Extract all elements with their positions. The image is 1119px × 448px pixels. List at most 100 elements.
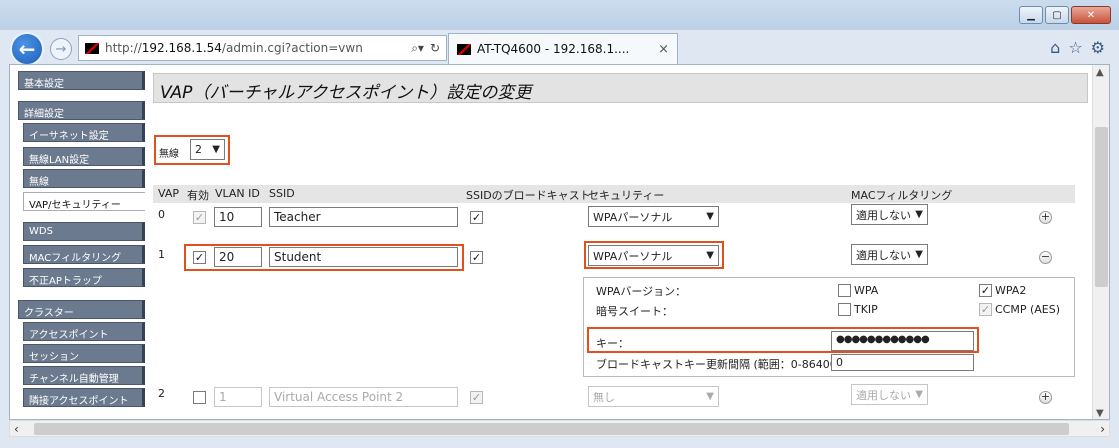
forward-arrow-icon: →: [55, 41, 67, 57]
minus-icon: −: [1040, 250, 1051, 263]
header-vap: VAP: [158, 187, 179, 200]
chevron-down-icon: ▼: [915, 209, 923, 220]
chevron-down-icon: ▼: [915, 249, 923, 260]
wpa2-checkbox[interactable]: ✓: [979, 284, 992, 297]
row1-vap: 1: [158, 248, 165, 261]
row2-security-select[interactable]: 無し ▼: [588, 386, 719, 407]
address-prefix: http://: [105, 41, 142, 55]
sidebar: 基本設定 詳細設定 イーサネット設定 無線LAN設定 無線 VAP/セキュリティ…: [10, 65, 147, 419]
row0-mac-value: 適用しない: [856, 208, 911, 222]
site-logo-icon: [85, 42, 99, 54]
rekey-interval-input[interactable]: 0: [831, 354, 974, 371]
vertical-scrollbar[interactable]: ▲ ▼: [1092, 65, 1109, 419]
sidebar-item-sessions[interactable]: セッション: [23, 344, 145, 363]
ccmp-checkbox[interactable]: ✓: [979, 303, 992, 316]
forward-button[interactable]: →: [50, 38, 72, 60]
row0-ssid-input[interactable]: Teacher: [269, 207, 458, 227]
sidebar-item-basic[interactable]: 基本設定: [18, 71, 145, 90]
tab-title: AT-TQ4600 - 192.168.1....: [477, 42, 630, 56]
sidebar-item-vap-security[interactable]: VAP/セキュリティー: [23, 192, 145, 211]
row0-security-value: WPAパーソナル: [593, 210, 673, 224]
row2-enabled-checkbox[interactable]: [193, 391, 206, 404]
wpa-checkbox[interactable]: [838, 284, 851, 297]
sidebar-item-wireless[interactable]: 無線: [23, 169, 145, 188]
row1-mac-value: 適用しない: [856, 248, 911, 262]
ccmp-checkbox-label: CCMP (AES): [995, 303, 1061, 316]
scroll-up-icon[interactable]: ▲: [1096, 67, 1104, 78]
sidebar-item-cluster[interactable]: クラスター: [18, 300, 145, 319]
row2-ssid-input[interactable]: Virtual Access Point 2: [269, 387, 458, 407]
radio-select[interactable]: 2 ▼: [190, 139, 225, 160]
sidebar-item-neighbor-ap[interactable]: 隣接アクセスポイント: [23, 388, 145, 407]
address-text: http://192.168.1.54/admin.cgi?action=vwn: [105, 41, 363, 55]
row1-collapse-button[interactable]: −: [1039, 251, 1052, 264]
chevron-down-icon: ▼: [706, 211, 714, 222]
plus-icon: +: [1040, 390, 1051, 403]
row1-enabled-checkbox[interactable]: ✓: [193, 251, 206, 264]
row0-broadcast-checkbox[interactable]: ✓: [470, 211, 483, 224]
row0-expand-button[interactable]: +: [1039, 211, 1052, 224]
sidebar-item-channel-management[interactable]: チャンネル自動管理: [23, 366, 145, 385]
row2-expand-button[interactable]: +: [1039, 391, 1052, 404]
row0-security-select[interactable]: WPAパーソナル ▼: [588, 206, 719, 227]
favorites-star-icon[interactable]: ☆: [1068, 38, 1082, 57]
row1-mac-select[interactable]: 適用しない ▼: [851, 244, 928, 265]
address-bar[interactable]: http://192.168.1.54/admin.cgi?action=vwn…: [78, 35, 447, 61]
address-path: /admin.cgi?action=vwn: [221, 41, 363, 55]
sidebar-item-advanced[interactable]: 詳細設定: [18, 101, 145, 120]
row2-mac-select[interactable]: 適用しない ▼: [851, 384, 928, 405]
scroll-right-icon[interactable]: ›: [1100, 422, 1105, 436]
row1-security-select[interactable]: WPAパーソナル ▼: [588, 245, 719, 266]
main-panel: VAP（バーチャルアクセスポイント）設定の変更 無線 2 ▼ VAP 有効 VLA…: [153, 65, 1093, 419]
sidebar-item-mac-filtering[interactable]: MACフィルタリング: [23, 245, 145, 264]
key-label: キー：: [596, 337, 629, 350]
header-mac-filter: MACフィルタリング: [851, 189, 953, 202]
vertical-scroll-thumb[interactable]: [1095, 127, 1108, 287]
sidebar-item-ethernet[interactable]: イーサネット設定: [23, 123, 145, 142]
page-content: 基本設定 詳細設定 イーサネット設定 無線LAN設定 無線 VAP/セキュリティ…: [9, 64, 1110, 420]
radio-select-value: 2: [195, 143, 202, 156]
row1-vlan-input[interactable]: 20: [214, 247, 262, 267]
search-icon[interactable]: ⌕▾: [411, 41, 424, 56]
tab-close-icon[interactable]: ×: [658, 42, 669, 57]
row2-mac-value: 適用しない: [856, 388, 911, 402]
close-window-button[interactable]: ✕: [1071, 6, 1111, 24]
refresh-icon[interactable]: ↻: [430, 41, 440, 56]
tkip-checkbox[interactable]: [838, 303, 851, 316]
row2-vlan-input[interactable]: 1: [214, 387, 262, 407]
cipher-suite-label: 暗号スイート：: [596, 305, 673, 318]
header-broadcast: SSIDのブロードキャスト: [466, 189, 591, 202]
row0-vlan-input[interactable]: 10: [214, 207, 262, 227]
header-security: セキュリティー: [588, 189, 665, 202]
scroll-left-icon[interactable]: ‹: [14, 422, 19, 436]
sidebar-item-wds[interactable]: WDS: [23, 222, 145, 241]
sidebar-item-access-points[interactable]: アクセスポイント: [23, 322, 145, 341]
address-icons: ⌕▾ ↻: [411, 41, 446, 56]
chevron-down-icon: ▼: [706, 250, 714, 261]
key-input[interactable]: ●●●●●●●●●●●●: [831, 331, 974, 351]
minimize-button[interactable]: ▁: [1019, 6, 1043, 24]
sidebar-item-wireless-lan[interactable]: 無線LAN設定: [23, 147, 145, 166]
row1-ssid-input[interactable]: Student: [269, 247, 458, 267]
sidebar-item-rogue-ap[interactable]: 不正APトラップ: [23, 268, 145, 287]
window-titlebar: ▁ ▢ ✕: [0, 0, 1119, 30]
horizontal-scrollbar[interactable]: ‹ ›: [9, 420, 1110, 437]
row0-vap: 0: [158, 208, 165, 221]
row2-broadcast-checkbox[interactable]: ✓: [470, 391, 483, 404]
back-button[interactable]: ←: [10, 32, 44, 66]
wpa-checkbox-label: WPA: [854, 284, 879, 297]
header-ssid: SSID: [269, 187, 295, 200]
row0-enabled-checkbox[interactable]: ✓: [193, 211, 206, 224]
wpa-version-label: WPAバージョン：: [596, 285, 687, 298]
scroll-down-icon[interactable]: ▼: [1096, 408, 1104, 419]
tkip-checkbox-label: TKIP: [854, 303, 878, 316]
browser-toolbar-icons: ⌂ ☆ ⚙: [1050, 38, 1105, 57]
row0-mac-select[interactable]: 適用しない ▼: [851, 204, 928, 225]
maximize-button[interactable]: ▢: [1045, 6, 1069, 24]
row1-broadcast-checkbox[interactable]: ✓: [470, 251, 483, 264]
gear-icon[interactable]: ⚙: [1091, 38, 1105, 57]
back-arrow-icon: ←: [18, 37, 36, 61]
horizontal-scroll-thumb[interactable]: [34, 423, 1069, 435]
home-icon[interactable]: ⌂: [1050, 38, 1060, 57]
browser-tab[interactable]: AT-TQ4600 - 192.168.1.... ×: [448, 33, 678, 64]
